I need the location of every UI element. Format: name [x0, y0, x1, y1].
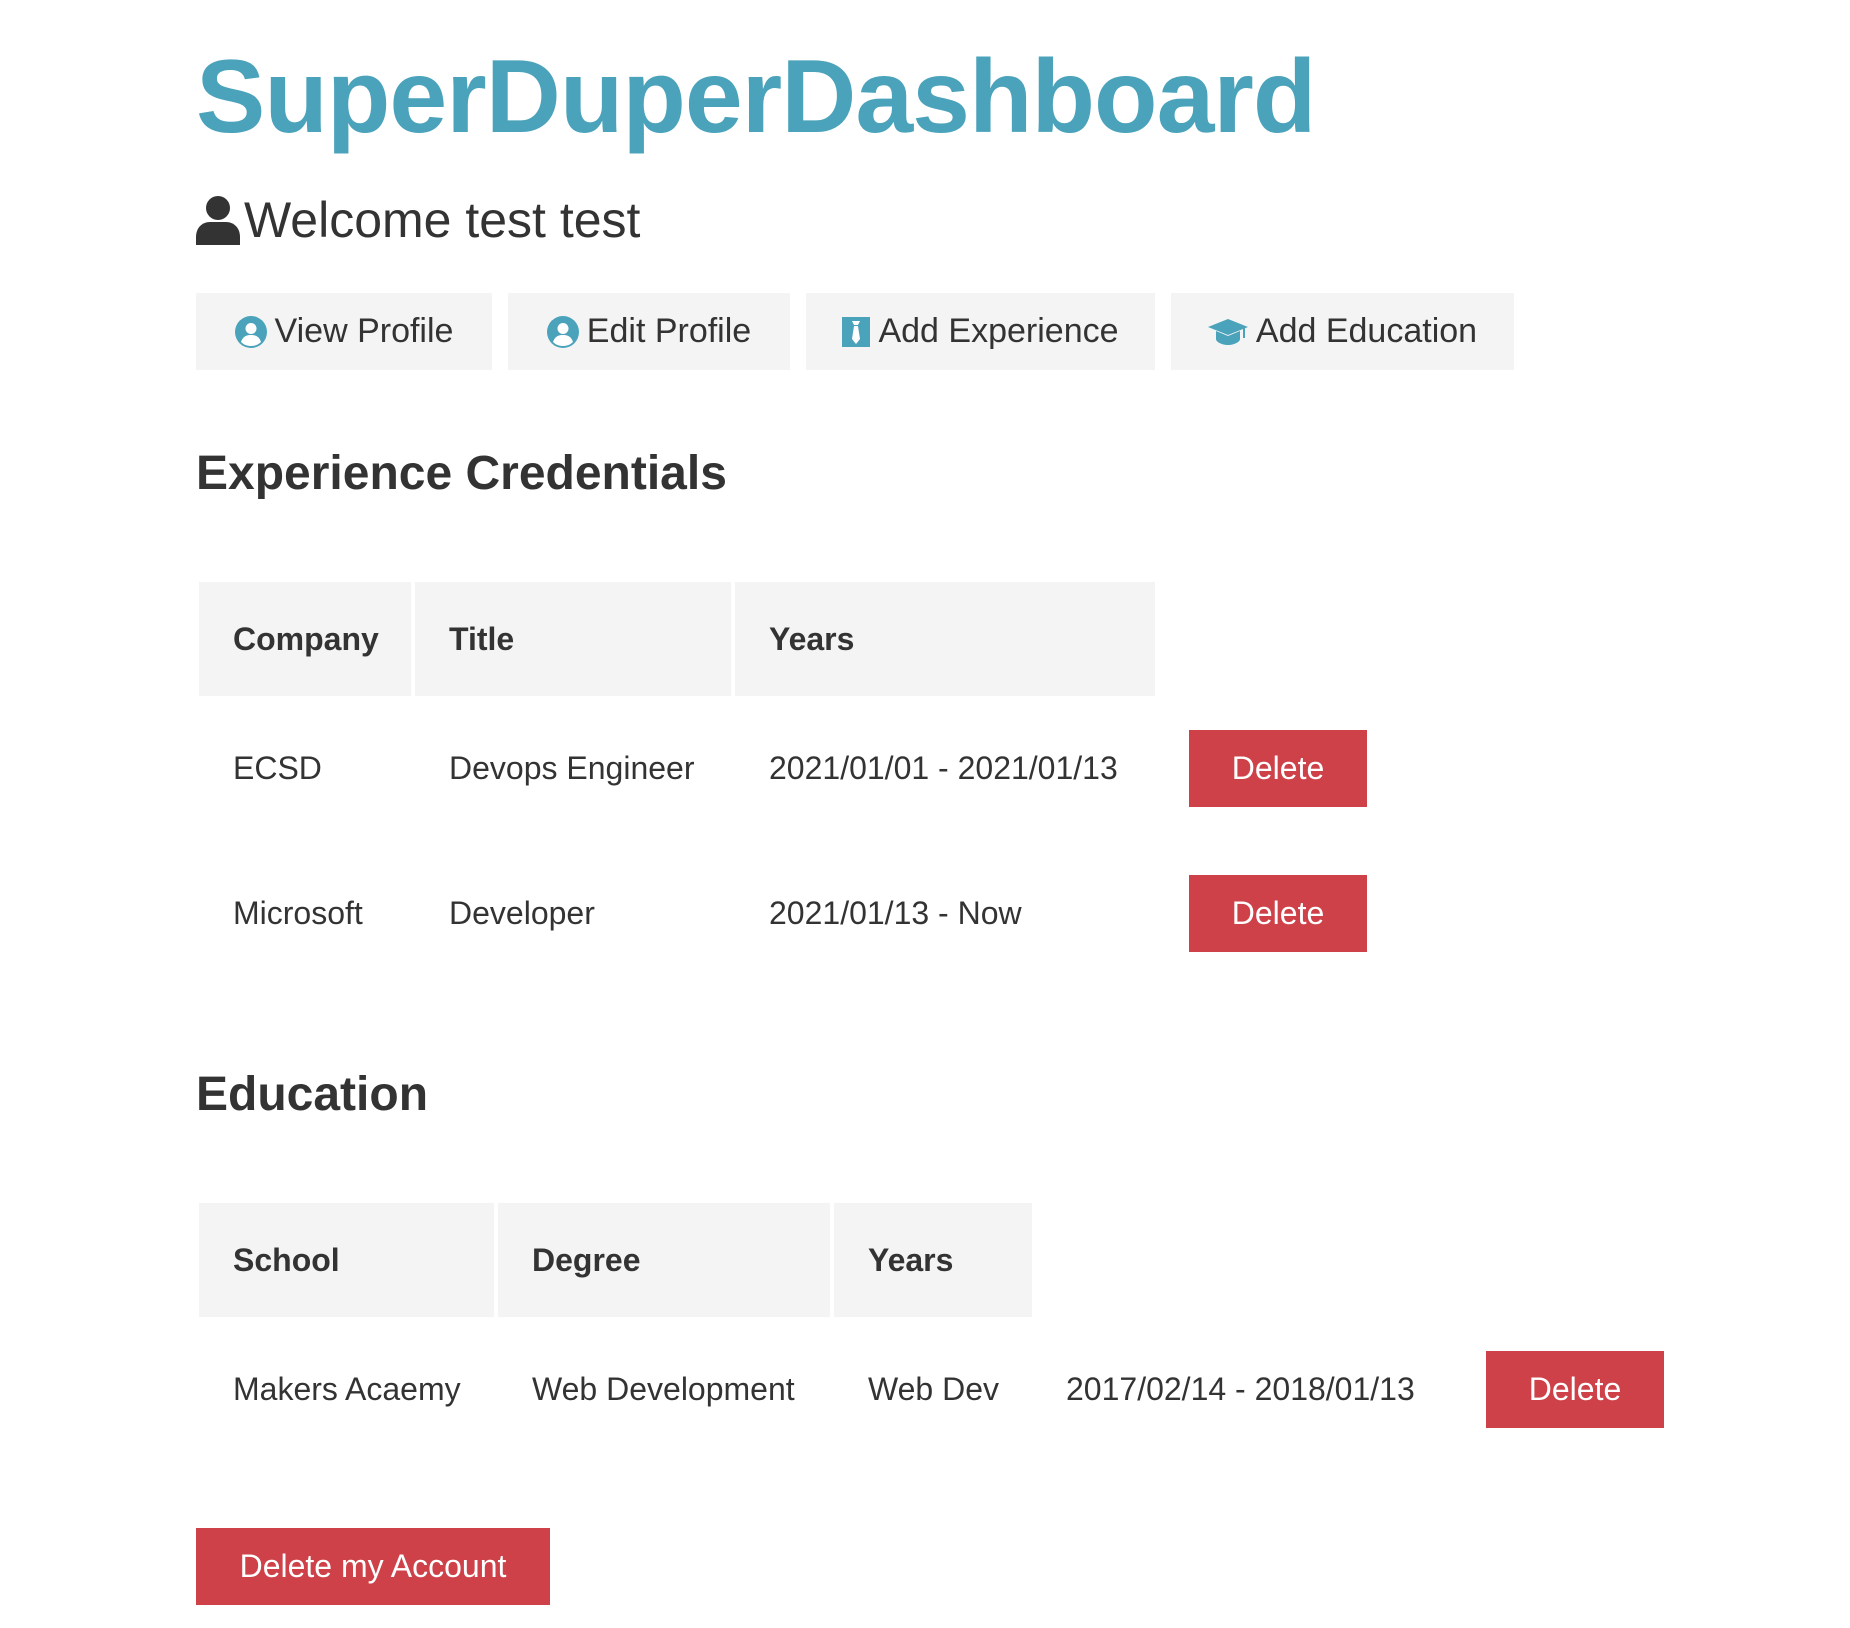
delete-experience-button[interactable]: Delete — [1189, 875, 1367, 952]
delete-education-button[interactable]: Delete — [1486, 1351, 1664, 1428]
table-row: ECSD Devops Engineer 2021/01/01 - 2021/0… — [199, 696, 1367, 841]
column-header-title: Title — [415, 582, 735, 696]
edit-profile-button[interactable]: Edit Profile — [508, 293, 790, 370]
education-heading: Education — [196, 1068, 429, 1121]
experience-action-cell: Delete — [1155, 696, 1367, 841]
experience-heading: Experience Credentials — [196, 447, 727, 500]
view-profile-button[interactable]: View Profile — [196, 293, 492, 370]
experience-years-cell: 2021/01/13 - Now — [769, 895, 1022, 931]
column-header-years: Years — [834, 1203, 1032, 1317]
column-header-actions — [1155, 582, 1367, 696]
delete-experience-button[interactable]: Delete — [1189, 730, 1367, 807]
column-header-degree: Degree — [498, 1203, 834, 1317]
education-action-cell: Delete — [1452, 1317, 1664, 1462]
column-header-blank — [1032, 1203, 1452, 1317]
experience-table: Company Title Years ECSD Devops Engineer… — [199, 582, 1367, 986]
app-title: SuperDuperDashboard — [196, 39, 1316, 155]
dashboard-page: SuperDuperDashboard Welcome test test Vi… — [0, 0, 1850, 1628]
experience-company-cell: Microsoft — [233, 895, 363, 931]
experience-title-cell: Developer — [449, 895, 595, 931]
education-school-cell: Makers Acaemy — [233, 1371, 461, 1407]
experience-company-cell: ECSD — [233, 750, 322, 786]
add-education-label: Add Education — [1255, 312, 1478, 350]
user-icon — [196, 195, 240, 245]
welcome-text: Welcome test test — [244, 192, 641, 248]
experience-action-cell: Delete — [1155, 841, 1367, 986]
column-header-company: Company — [199, 582, 415, 696]
add-experience-button[interactable]: Add Experience — [806, 293, 1155, 370]
education-degree-cell: Web Development — [532, 1371, 795, 1407]
experience-title-cell: Devops Engineer — [449, 750, 695, 786]
black-tie-icon — [842, 316, 871, 347]
experience-years-cell: 2021/01/01 - 2021/01/13 — [769, 750, 1118, 786]
view-profile-label: View Profile — [274, 312, 454, 350]
education-field-cell: Web Dev — [868, 1371, 1000, 1407]
edit-profile-label: Edit Profile — [586, 312, 752, 350]
dashboard-actions: View Profile Edit Profile Add Experience… — [196, 293, 1514, 370]
column-header-school: School — [199, 1203, 498, 1317]
education-table: School Degree Years Makers Acaemy Web De… — [199, 1203, 1664, 1462]
graduation-cap-icon — [1207, 318, 1248, 346]
add-experience-label: Add Experience — [878, 312, 1119, 350]
table-row: Makers Acaemy Web Development Web Dev 20… — [199, 1317, 1664, 1462]
education-years-cell: 2017/02/14 - 2018/01/13 — [1066, 1371, 1415, 1407]
column-header-actions — [1452, 1203, 1664, 1317]
welcome-line: Welcome test test — [196, 190, 640, 250]
table-row: Microsoft Developer 2021/01/13 - Now Del… — [199, 841, 1367, 986]
column-header-years: Years — [735, 582, 1155, 696]
table-header-row: Company Title Years — [199, 582, 1367, 696]
add-education-button[interactable]: Add Education — [1171, 293, 1514, 370]
user-circle-icon — [546, 315, 579, 348]
user-circle-icon — [234, 315, 267, 348]
table-header-row: School Degree Years — [199, 1203, 1664, 1317]
delete-account-button[interactable]: Delete my Account — [196, 1528, 550, 1605]
